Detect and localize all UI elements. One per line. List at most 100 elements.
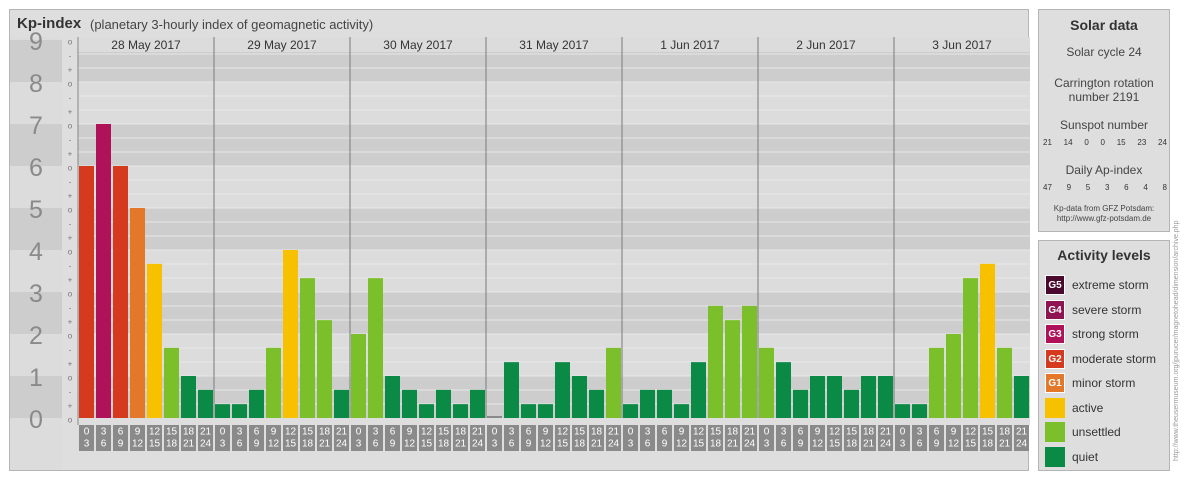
interval-end-label: 24	[608, 439, 620, 450]
minor-tick-label: o	[68, 248, 73, 257]
interval-start-label: 0	[764, 427, 770, 438]
interval-end-label: 3	[764, 439, 770, 450]
interval-start-label: 6	[526, 427, 532, 438]
interval-end-label: 3	[492, 439, 498, 450]
interval-start-label: 12	[149, 427, 161, 438]
interval-start-label: 6	[798, 427, 804, 438]
day-label: 2 Jun 2017	[796, 38, 856, 52]
interval-end-label: 15	[285, 439, 297, 450]
minor-tick-label: o	[68, 122, 73, 131]
minor-tick-label: o	[68, 290, 73, 299]
legend-item-severe-storm: G4 severe storm	[1045, 299, 1169, 320]
ap-value: 3	[1104, 183, 1110, 192]
interval-start-label: 6	[390, 427, 396, 438]
kp-bar	[538, 404, 553, 418]
minor-tick-label: -	[69, 262, 72, 271]
interval-end-label: 15	[965, 439, 977, 450]
interval-end-label: 12	[132, 439, 144, 450]
interval-start-label: 21	[200, 427, 212, 438]
interval-start-label: 9	[271, 427, 277, 438]
interval-end-label: 15	[557, 439, 569, 450]
kp-bar	[742, 305, 757, 418]
interval-start-label: 15	[166, 427, 178, 438]
legend-swatch: G2	[1045, 348, 1065, 369]
kp-bar	[181, 376, 196, 418]
interval-end-label: 9	[662, 439, 668, 450]
kp-bar	[521, 404, 536, 418]
interval-start-label: 9	[543, 427, 549, 438]
interval-start-label: 6	[254, 427, 260, 438]
kp-index-panel: Kp-index (planetary 3-hourly index of ge…	[9, 9, 1030, 471]
legend-label: quiet	[1072, 449, 1099, 464]
sunspot-value: 14	[1063, 138, 1073, 147]
kp-bar	[657, 389, 672, 418]
interval-start-label: 18	[183, 427, 195, 438]
interval-start-label: 12	[693, 427, 705, 438]
interval-end-label: 18	[982, 439, 994, 450]
y-tick-label: 4	[29, 238, 43, 266]
ap-value: 9	[1066, 183, 1072, 192]
kp-bar	[572, 376, 587, 418]
interval-start-label: 0	[492, 427, 498, 438]
minor-tick-label: -	[69, 94, 72, 103]
interval-end-label: 24	[744, 439, 756, 450]
legend-item-strong-storm: G3 strong storm	[1045, 324, 1169, 344]
kp-bar	[164, 347, 179, 418]
interval-start-label: 15	[302, 427, 314, 438]
sunspot-value: 24	[1158, 138, 1167, 147]
ap-value: 4	[1143, 183, 1148, 192]
interval-start-label: 9	[951, 427, 957, 438]
interval-end-label: 9	[118, 439, 124, 450]
interval-start-label: 3	[917, 427, 923, 438]
legend-label: strong storm	[1072, 327, 1139, 341]
kp-bar	[997, 347, 1012, 418]
legend-swatch: G1	[1045, 373, 1065, 393]
interval-start-label: 12	[285, 427, 297, 438]
interval-start-label: 0	[356, 427, 362, 438]
minor-tick-label: -	[69, 346, 72, 355]
interval-start-label: 9	[407, 427, 413, 438]
kp-bar	[980, 263, 995, 418]
interval-start-label: 12	[421, 427, 433, 438]
minor-tick-label: o	[68, 332, 73, 341]
solar-cycle: Solar cycle 24	[1066, 45, 1142, 59]
interval-start-label: 15	[846, 427, 858, 438]
interval-start-label: 18	[455, 427, 467, 438]
minor-tick-label: +	[68, 108, 73, 117]
daily-ap-label: Daily Ap-index	[1065, 163, 1143, 177]
kp-bar	[878, 376, 893, 418]
interval-start-label: 21	[744, 427, 756, 438]
kp-bar	[385, 376, 400, 418]
interval-start-label: 9	[679, 427, 685, 438]
interval-end-label: 24	[1016, 439, 1028, 450]
interval-end-label: 15	[829, 439, 841, 450]
interval-end-label: 6	[237, 439, 243, 450]
minor-tick-label: +	[68, 192, 73, 201]
solar-data-title: Solar data	[1070, 17, 1138, 33]
kp-bar	[640, 389, 655, 418]
kp-bar	[79, 166, 94, 418]
interval-start-label: 6	[934, 427, 940, 438]
interval-end-label: 18	[302, 439, 314, 450]
interval-end-label: 12	[812, 439, 824, 450]
minor-tick-label: o	[68, 38, 73, 47]
data-source-link[interactable]: http://www.gfz-potsdam.de	[1039, 214, 1169, 224]
interval-end-label: 12	[268, 439, 280, 450]
interval-start-label: 21	[336, 427, 348, 438]
interval-end-label: 15	[693, 439, 705, 450]
interval-end-label: 9	[934, 439, 940, 450]
kp-bar	[436, 389, 451, 418]
kp-bar	[946, 334, 961, 418]
carrington-rotation-line1: Carrington rotation	[1054, 76, 1154, 90]
legend-item-minor-storm: G1 minor storm	[1045, 373, 1169, 393]
interval-start-label: 12	[965, 427, 977, 438]
kp-bar	[351, 334, 366, 418]
interval-start-label: 3	[373, 427, 379, 438]
sunspot-value: 21	[1043, 138, 1052, 147]
data-source-line1: Kp-data from GFZ Potsdam:	[1053, 204, 1155, 213]
kp-bar	[266, 347, 281, 418]
kp-bar	[402, 389, 417, 418]
interval-start-label: 15	[438, 427, 450, 438]
interval-end-label: 21	[455, 439, 467, 450]
ap-value: 6	[1124, 183, 1129, 192]
